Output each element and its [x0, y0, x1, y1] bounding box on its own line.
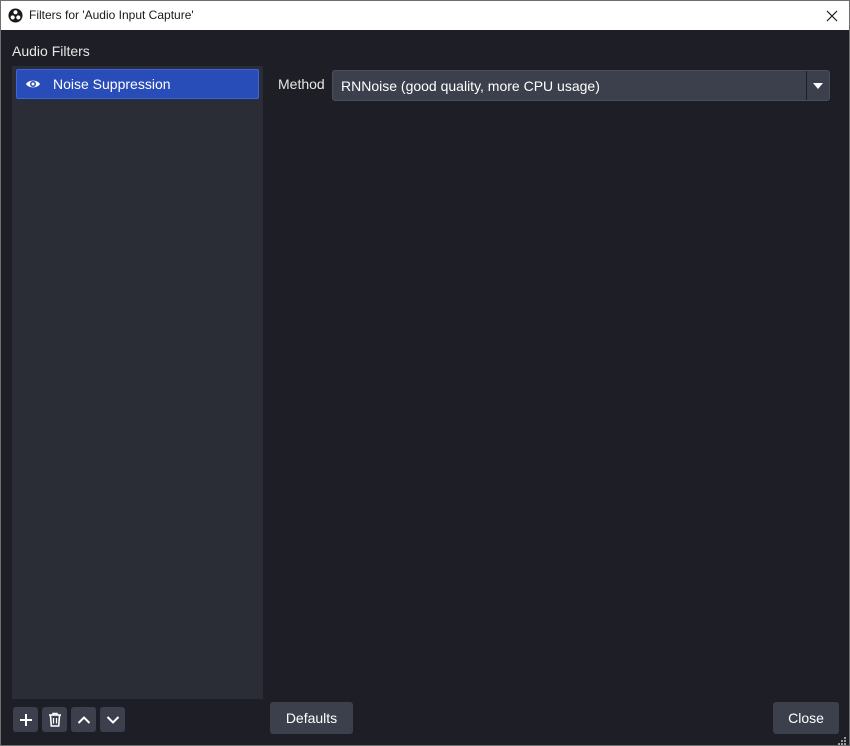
filters-dialog: Filters for 'Audio Input Capture' Audio …: [0, 0, 850, 746]
move-filter-down-button[interactable]: [100, 707, 125, 732]
close-button[interactable]: Close: [773, 702, 839, 734]
method-select[interactable]: RNNoise (good quality, more CPU usage): [332, 70, 830, 101]
title-bar[interactable]: Filters for 'Audio Input Capture': [1, 1, 849, 30]
defaults-button[interactable]: Defaults: [270, 702, 353, 734]
filter-list[interactable]: Noise Suppression: [12, 66, 263, 699]
window-title: Filters for 'Audio Input Capture': [29, 8, 194, 22]
plus-icon: [19, 713, 32, 726]
window-close-button[interactable]: [815, 1, 849, 30]
audio-filters-heading: Audio Filters: [12, 43, 90, 59]
close-icon: [826, 10, 838, 21]
move-filter-up-button[interactable]: [71, 707, 96, 732]
trash-icon: [48, 712, 61, 727]
obs-logo-icon: [8, 8, 23, 23]
eye-icon[interactable]: [25, 77, 41, 91]
method-select-value: RNNoise (good quality, more CPU usage): [341, 78, 600, 94]
chevron-up-icon: [77, 715, 90, 724]
resize-grip-icon[interactable]: [837, 733, 847, 745]
dropdown-arrow-icon[interactable]: [806, 71, 829, 100]
chevron-down-icon: [106, 715, 119, 724]
method-label: Method: [278, 76, 325, 92]
remove-filter-button[interactable]: [42, 707, 67, 732]
filter-item-label: Noise Suppression: [53, 76, 171, 92]
add-filter-button[interactable]: [13, 707, 38, 732]
filter-item-noise-suppression[interactable]: Noise Suppression: [16, 69, 259, 99]
